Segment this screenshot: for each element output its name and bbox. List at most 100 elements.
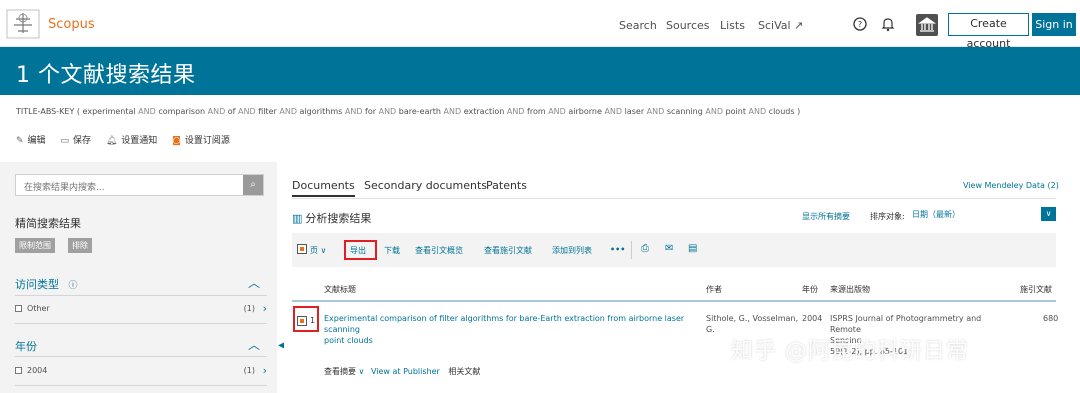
document-title-line: Experimental comparison of filter algori… [324,314,685,334]
elsevier-logo-icon[interactable] [6,9,40,39]
query-term: comparison [158,107,206,116]
year-cell: 2004 [802,314,823,323]
save-query-button[interactable]: ▭ 保存 [60,136,91,146]
feed-label: 设置订阅源 [184,136,230,146]
bibliography-icon[interactable]: ▤ [688,243,697,254]
query-operator: AND [344,107,363,116]
sort-label: 排序对象: [870,212,905,221]
save-icon: ▭ [60,136,69,146]
column-title[interactable]: 文献标题 [324,284,356,295]
help-icon[interactable]: ? [852,16,868,32]
authors-cell[interactable]: Sithole, G., Vosselman, G. [706,313,798,335]
set-feed-button[interactable]: ◙ 设置订阅源 [172,136,230,146]
chevron-up-icon[interactable]: ︿ [248,274,260,291]
sort-select[interactable]: 日期（最新） [910,207,1056,222]
query-term: bare-earth [398,107,441,116]
nav-scival[interactable]: SciVal ↗ [758,19,803,32]
svg-text:?: ? [858,20,862,29]
exclude-button[interactable]: 排除 [68,238,92,253]
view-cited-by-button[interactable]: 查看施引文献 [484,245,532,256]
row-index: 1 [310,316,316,325]
chevron-down-icon[interactable]: ∨ [1041,207,1056,221]
watermark: 知乎 @阿昆的科研日常 [731,339,969,364]
column-authors[interactable]: 作者 [706,284,722,295]
select-all-checkbox[interactable] [297,244,307,254]
nav-lists[interactable]: Lists [720,19,745,32]
view-abstract-label: 查看摘要 [324,367,356,376]
facet-count: (1) [243,366,255,375]
bell-icon: 🔔︎ [105,136,118,146]
search-icon[interactable]: ⌕ [243,175,263,195]
cited-by-count[interactable]: 680 [1043,313,1058,324]
document-title-line: point clouds [324,336,373,345]
export-highlight [344,240,377,260]
row-checkbox[interactable] [297,316,307,326]
edit-query-button[interactable]: ✎ 编辑 [16,136,46,146]
nav-sources[interactable]: Sources [666,19,710,32]
facet-access-type-title[interactable]: 访问类型 ⓘ [15,276,78,292]
chevron-up-icon[interactable]: ︿ [248,336,260,353]
query-term: clouds [768,107,795,116]
query-operator: AND [378,107,397,116]
facet-option[interactable]: Other (1) › [15,302,267,315]
divider [15,385,267,386]
scopus-logo[interactable]: Scopus [48,17,95,32]
facet-year-title[interactable]: 年份 [15,338,37,354]
chevron-right-icon[interactable]: › [263,302,267,315]
analyze-results-link[interactable]: ▥ 分析搜索结果 [292,210,371,226]
query-operator: AND [748,107,767,116]
email-icon[interactable]: ✉ [665,243,673,254]
column-source[interactable]: 来源出版物 [830,284,870,295]
results-banner: 1 个文献搜索结果 [0,47,1080,95]
limit-to-button[interactable]: 限制范围 [15,238,55,253]
query-term: airborne [568,107,602,116]
column-year[interactable]: 年份 [802,284,818,295]
authors-line: Sithole, G., Vosselman, [706,314,798,323]
document-title-link[interactable]: Experimental comparison of filter algori… [324,313,700,346]
facet-option[interactable]: 2004 (1) › [15,364,267,377]
bar-chart-icon: ▥ [292,212,303,225]
sign-in-button[interactable]: Sign in [1032,13,1076,36]
tab-patents[interactable]: Patents [486,179,527,192]
download-button[interactable]: 下载 [384,245,400,256]
show-all-abstracts-link[interactable]: 显示所有摘要 [802,211,850,222]
query-term: filter [258,107,277,116]
nav-search[interactable]: Search [619,19,657,32]
query-suffix: ) [797,107,801,116]
bell-icon[interactable] [880,16,896,32]
select-page-dropdown[interactable]: 页 ∨ [310,245,326,256]
checkbox[interactable] [15,367,22,374]
more-options-button[interactable]: ••• [610,245,625,254]
query-term: experimental [82,107,136,116]
create-account-button[interactable]: Create account [948,13,1029,50]
search-query: TITLE-ABS-KEY ( experimental AND compari… [16,107,800,116]
alert-label: 设置通知 [121,136,158,146]
add-to-list-button[interactable]: 添加到列表 [552,245,592,256]
institution-icon[interactable] [916,14,938,36]
tab-secondary-documents[interactable]: Secondary documents [364,179,487,192]
divider [631,241,632,259]
column-cited-by[interactable]: 施引文献 [1020,284,1052,295]
query-operator: AND [506,107,525,116]
chevron-right-icon[interactable]: › [263,364,267,377]
header-divider [292,300,1056,302]
query-operator: AND [443,107,462,116]
divider [15,356,267,357]
tab-documents[interactable]: Documents [292,179,355,197]
search-within-input[interactable] [16,178,241,198]
view-at-publisher-link[interactable]: View at Publisher [371,367,440,376]
set-alert-button[interactable]: 🔔︎ 设置通知 [106,136,157,146]
query-operator: AND [138,107,156,116]
query-term: point [725,107,746,116]
related-documents-link[interactable]: 相关文献 [448,367,480,376]
view-mendeley-link[interactable]: View Mendeley Data (2) [963,181,1059,190]
view-abstract-toggle[interactable]: 查看摘要 ∨ [324,367,364,376]
facet-option-label: 2004 [27,366,48,375]
checkbox[interactable] [15,305,22,312]
query-operator: AND [604,107,623,116]
citation-overview-button[interactable]: 查看引文概览 [415,245,463,256]
print-icon[interactable]: ⎙ [641,243,649,254]
query-operator: AND [207,107,226,116]
info-icon[interactable]: ⓘ [69,281,78,291]
facet-title-label: 访问类型 [15,278,59,291]
